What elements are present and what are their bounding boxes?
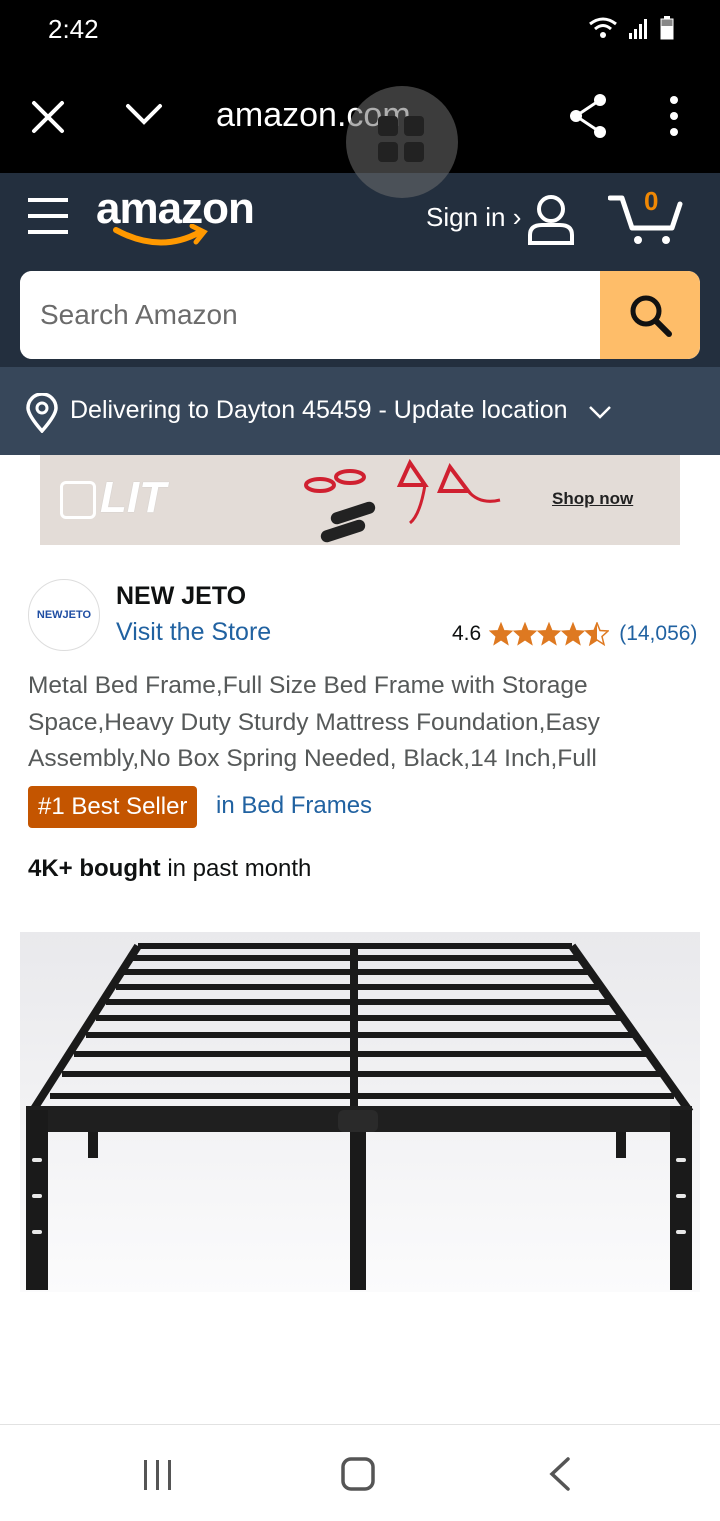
search-input[interactable] — [20, 271, 600, 359]
back-icon[interactable] — [546, 1456, 574, 1492]
location-pin-icon — [26, 393, 58, 433]
search-bar — [20, 271, 700, 359]
ad-shop-now-link[interactable]: Shop now — [552, 489, 633, 509]
brand-logo[interactable]: NEWJETO — [28, 579, 100, 651]
bed-frame-image — [20, 932, 700, 1292]
brand-name: NEW JETO — [116, 582, 247, 610]
product-title: Metal Bed Frame,Full Size Bed Frame with… — [28, 672, 600, 772]
home-icon[interactable] — [340, 1456, 376, 1492]
purchase-count-rest: in past month — [160, 855, 312, 882]
sign-in-link[interactable]: Sign in › — [426, 202, 521, 233]
sponsored-ad-banner[interactable]: LIT Shop now — [40, 455, 680, 545]
account-icon[interactable] — [526, 193, 576, 245]
status-icons — [588, 16, 674, 40]
apps-grid-icon — [378, 116, 424, 162]
more-options-icon[interactable] — [662, 94, 686, 140]
review-count: (14,056) — [619, 622, 698, 645]
star-rating-icon — [489, 622, 609, 646]
purchase-count: 4K+ bought in past month — [28, 855, 311, 883]
search-icon — [630, 295, 672, 337]
ad-bolt-icon — [60, 481, 96, 520]
product-image[interactable] — [20, 932, 700, 1292]
search-button[interactable] — [600, 271, 700, 359]
chevron-down-icon[interactable] — [122, 96, 166, 136]
hamburger-menu-icon[interactable] — [26, 196, 70, 236]
best-seller-category-link[interactable]: in Bed Frames — [216, 792, 372, 820]
status-time: 2:42 — [48, 14, 99, 44]
rating-value: 4.6 — [452, 622, 482, 645]
visit-store-link[interactable]: Visit the Store — [116, 618, 271, 647]
amazon-smile-icon — [113, 224, 208, 246]
purchase-count-strong: 4K+ bought — [28, 855, 161, 882]
amazon-logo[interactable]: amazon — [96, 184, 266, 254]
cart-button[interactable]: 0 — [607, 186, 684, 248]
signal-icon — [629, 19, 647, 39]
brand-logo-text: NEWJETO — [36, 609, 92, 621]
chevron-down-icon — [589, 406, 611, 419]
ad-brand-logo: LIT — [60, 473, 166, 523]
delivery-location-text: Delivering to Dayton 45459 - Update loca… — [70, 396, 568, 424]
ad-brand-text: LIT — [100, 473, 166, 522]
recent-apps-icon[interactable] — [140, 1458, 176, 1492]
floating-apps-button[interactable] — [346, 86, 458, 198]
wifi-icon — [589, 17, 617, 38]
best-seller-badge[interactable]: #1 Best Seller — [28, 786, 198, 828]
battery-icon — [660, 16, 674, 40]
cart-count: 0 — [644, 186, 659, 216]
resistance-bands-image — [304, 458, 501, 543]
share-icon[interactable] — [566, 92, 610, 140]
rating-summary[interactable]: 4.6 (14,056) — [452, 622, 697, 646]
close-icon[interactable] — [26, 95, 70, 139]
